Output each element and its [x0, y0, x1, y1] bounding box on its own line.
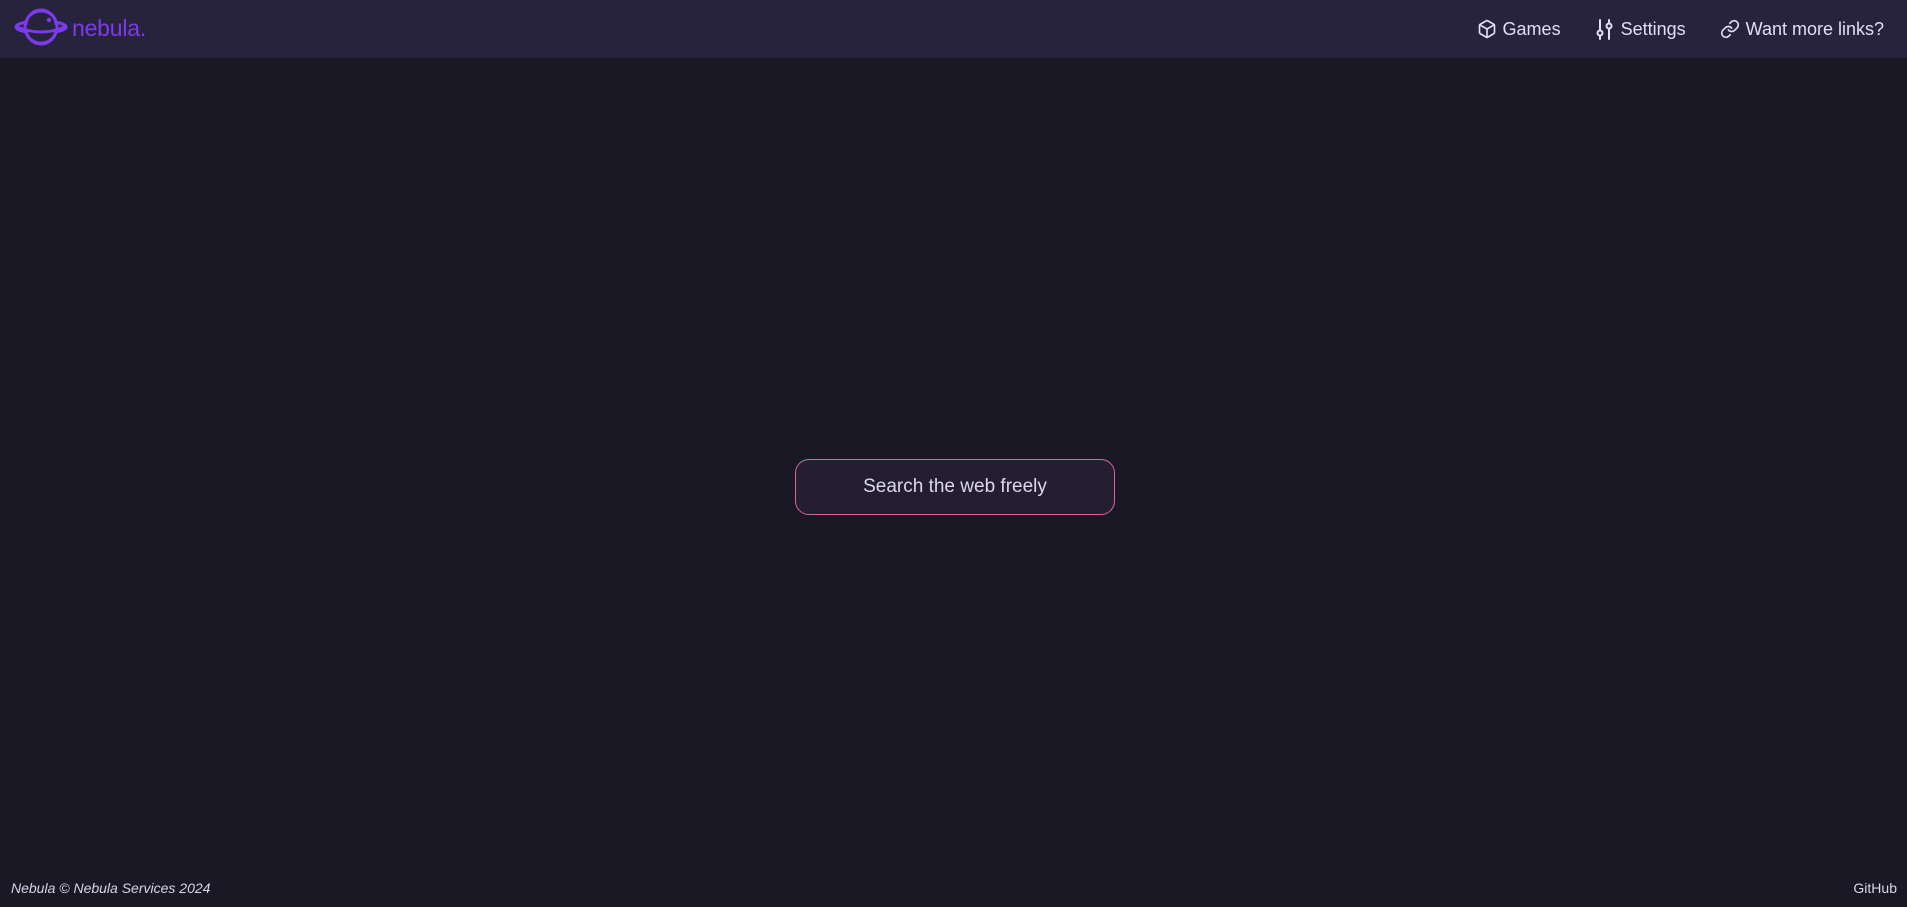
- nav-item-label: Settings: [1620, 18, 1686, 39]
- nav-links: Games Settings Want more links?: [1477, 18, 1884, 40]
- link-icon: [1720, 19, 1740, 39]
- nav-item-games[interactable]: Games: [1477, 19, 1561, 40]
- search-box: [795, 459, 1115, 515]
- planet-icon: [14, 7, 68, 52]
- sliders-icon: [1595, 18, 1615, 40]
- nav-item-label: Games: [1502, 18, 1561, 39]
- nav-item-more-links[interactable]: Want more links?: [1720, 19, 1884, 40]
- brand-name: nebula.: [72, 14, 147, 41]
- page: nebula. Games Settings Want more links? …: [0, 0, 1907, 907]
- github-link[interactable]: GitHub: [1853, 880, 1897, 896]
- footer-copyright: Nebula © Nebula Services 2024: [11, 880, 211, 896]
- search-input[interactable]: [796, 460, 1114, 514]
- nav-item-settings[interactable]: Settings: [1595, 18, 1686, 40]
- cube-icon: [1477, 19, 1497, 39]
- brand-home-link[interactable]: nebula.: [14, 7, 146, 52]
- nav-item-label: Want more links?: [1745, 18, 1884, 39]
- top-navbar: nebula. Games Settings Want more links?: [0, 0, 1907, 58]
